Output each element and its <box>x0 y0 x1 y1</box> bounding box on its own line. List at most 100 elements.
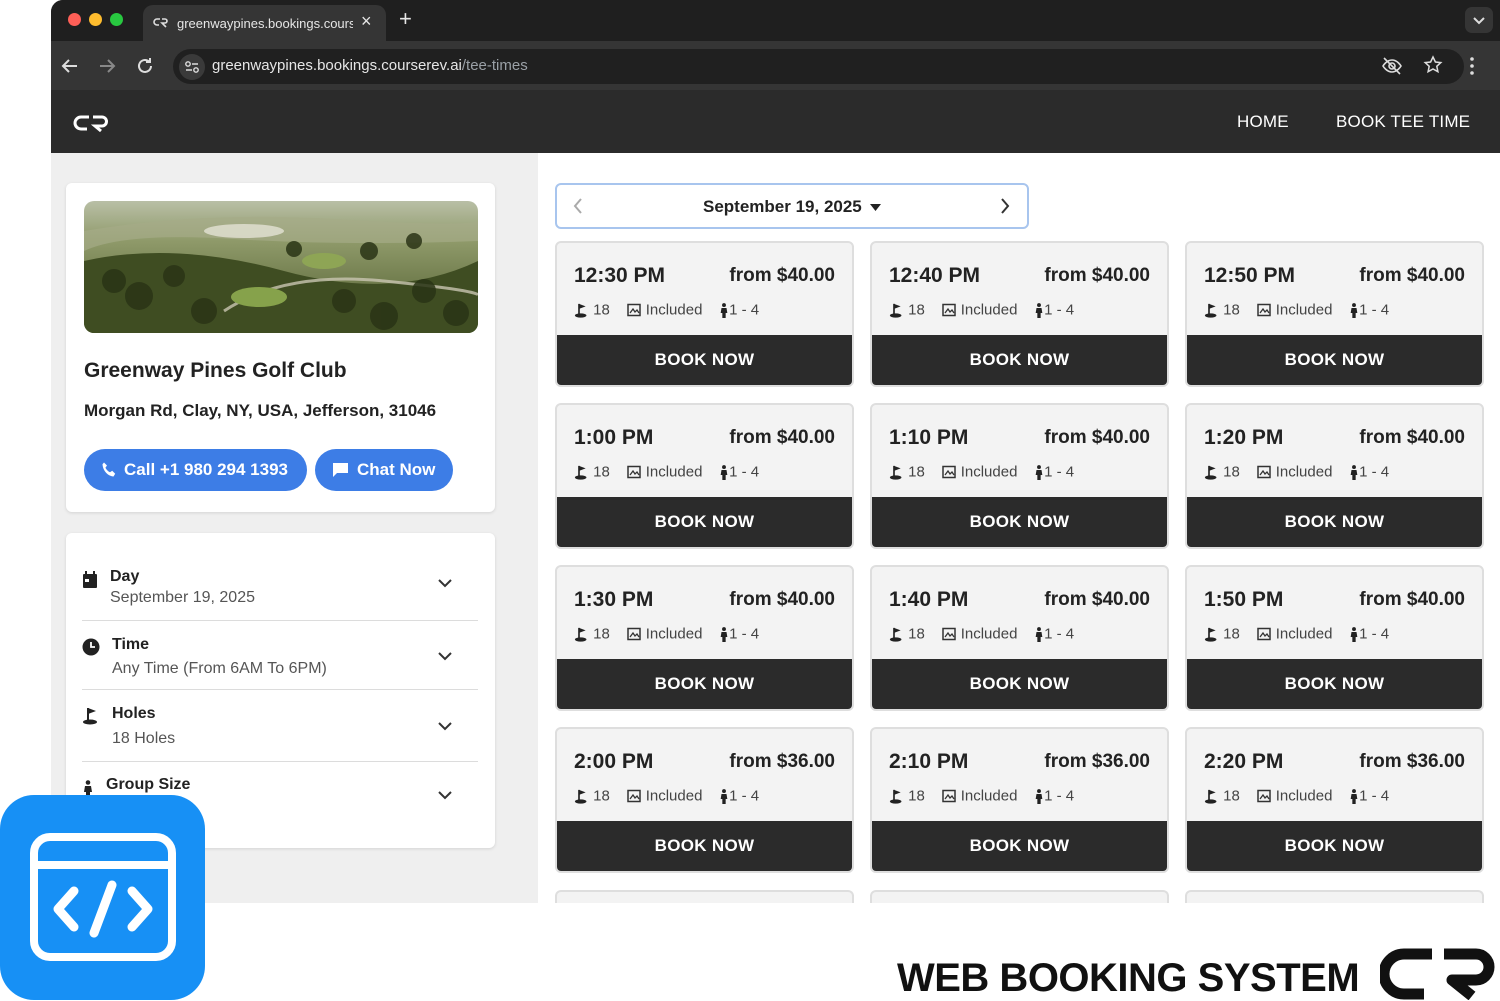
filter-time[interactable]: Time Any Time (From 6AM To 6PM) <box>82 621 478 690</box>
tee-time-details: 18 Included 1 - 4 <box>574 787 759 805</box>
filter-day[interactable]: Day September 19, 2025 <box>82 551 478 621</box>
close-window-button[interactable] <box>68 13 81 26</box>
book-now-button[interactable]: BOOK NOW <box>872 659 1167 709</box>
tee-time-card[interactable]: 12:50 PM from $40.00 18 Included 1 - 4 BOO… <box>1185 241 1484 387</box>
tee-time-card[interactable]: 12:40 PM from $40.00 18 Included 1 - 4 BOO… <box>870 241 1169 387</box>
book-now-button[interactable]: BOOK NOW <box>557 335 852 385</box>
book-now-button[interactable]: BOOK NOW <box>872 497 1167 547</box>
holes-count: 18 <box>908 625 925 643</box>
tee-time-price: from $40.00 <box>1044 427 1150 448</box>
tee-time-card[interactable]: 1:50 PM from $40.00 18 Included 1 - 4 BOOK… <box>1185 565 1484 711</box>
tee-time-price: from $40.00 <box>1044 589 1150 610</box>
person-icon <box>1035 464 1043 480</box>
golf-cart-icon <box>1256 465 1271 478</box>
golf-flag-icon <box>1204 303 1217 318</box>
player-range: 1 - 4 <box>1359 625 1390 643</box>
url-text: greenwaypines.bookings.courserev.ai/tee-… <box>212 57 528 74</box>
golf-cart-icon <box>941 303 956 316</box>
book-now-button[interactable]: BOOK NOW <box>557 659 852 709</box>
maximize-window-button[interactable] <box>110 13 123 26</box>
browser-window: greenwaypines.bookings.courserev.ai/tee-… <box>51 0 1500 903</box>
cart-status: Included <box>645 463 703 481</box>
tee-time-card[interactable]: 1:20 PM from $40.00 18 Included 1 - 4 BOOK… <box>1185 403 1484 549</box>
book-now-button[interactable]: BOOK NOW <box>872 335 1167 385</box>
book-now-button[interactable]: BOOK NOW <box>557 497 852 547</box>
course-card: Greenway Pines Golf Club Morgan Rd, Clay… <box>66 183 495 512</box>
address-bar[interactable]: greenwaypines.bookings.courserev.ai/tee-… <box>173 49 1464 84</box>
tee-time-card[interactable]: 1:30 PM from $40.00 18 Included 1 - 4 BOOK… <box>555 565 854 711</box>
holes-count: 18 <box>1223 625 1240 643</box>
back-arrow-icon[interactable] <box>59 55 81 77</box>
filter-group-size-title: Group Size <box>106 776 191 793</box>
tee-time-card[interactable]: 1:00 PM from $40.00 18 Included 1 - 4 BOOK… <box>555 403 854 549</box>
golf-cart-icon <box>941 789 956 802</box>
cart-status: Included <box>1275 463 1333 481</box>
forward-arrow-icon[interactable] <box>96 55 118 77</box>
golf-cart-icon <box>626 303 641 316</box>
tab-title: greenwaypines.bookings.courserev.ai/tee-… <box>177 16 353 31</box>
player-range: 1 - 4 <box>1359 301 1390 319</box>
call-button-label: Call +1 980 294 1393 <box>124 460 288 479</box>
browser-tab[interactable]: greenwaypines.bookings.courserev.ai/tee-… <box>143 5 386 41</box>
golf-cart-icon <box>1256 303 1271 316</box>
tee-time-price: from $40.00 <box>1044 265 1150 286</box>
person-icon <box>720 626 728 642</box>
new-tab-icon[interactable]: + <box>399 6 412 32</box>
holes-count: 18 <box>1223 301 1240 319</box>
filter-holes[interactable]: Holes 18 Holes <box>82 690 478 762</box>
courserev-logo[interactable] <box>73 114 111 132</box>
date-picker[interactable]: September 19, 2025 <box>555 183 1029 229</box>
tune-icon <box>185 61 199 73</box>
golf-cart-icon <box>626 789 641 802</box>
golf-flag-icon <box>574 303 587 318</box>
tee-time-details: 18 Included 1 - 4 <box>574 463 759 481</box>
site-info-button[interactable] <box>179 54 205 80</box>
tee-time: 1:30 PM <box>574 588 654 611</box>
book-now-button[interactable]: BOOK NOW <box>1187 497 1482 547</box>
golf-flag-icon <box>574 789 587 804</box>
chevron-left-icon[interactable] <box>573 198 583 214</box>
tee-time-card[interactable]: 2:00 PM from $36.00 18 Included 1 - 4 BOOK… <box>555 727 854 873</box>
tee-time-card[interactable]: 2:10 PM from $36.00 18 Included 1 - 4 BOOK… <box>870 727 1169 873</box>
nav-book-tee-time[interactable]: BOOK TEE TIME <box>1336 112 1470 132</box>
chevron-down-icon <box>438 579 452 588</box>
selected-date[interactable]: September 19, 2025 <box>703 197 862 217</box>
chevron-down-icon <box>438 791 452 800</box>
chat-bubble-icon <box>333 463 348 477</box>
book-now-button[interactable]: BOOK NOW <box>872 821 1167 871</box>
tee-time-card[interactable]: 1:10 PM from $40.00 18 Included 1 - 4 BOOK… <box>870 403 1169 549</box>
tee-time-price: from $40.00 <box>729 265 835 286</box>
tee-time-card-partial <box>1185 890 1484 903</box>
chevron-right-icon[interactable] <box>1000 198 1010 214</box>
cart-status: Included <box>960 301 1018 319</box>
tee-time-card[interactable]: 2:20 PM from $36.00 18 Included 1 - 4 BOOK… <box>1185 727 1484 873</box>
tee-time-card[interactable]: 1:40 PM from $40.00 18 Included 1 - 4 BOOK… <box>870 565 1169 711</box>
courserev-favicon-icon <box>153 18 168 28</box>
call-button[interactable]: Call +1 980 294 1393 <box>84 449 307 491</box>
book-now-button[interactable]: BOOK NOW <box>1187 335 1482 385</box>
tee-time: 1:20 PM <box>1204 426 1284 449</box>
chat-button[interactable]: Chat Now <box>315 449 453 491</box>
sidebar: Greenway Pines Golf Club Morgan Rd, Clay… <box>51 153 538 903</box>
tee-time-details: 18 Included 1 - 4 <box>889 301 1074 319</box>
book-now-button[interactable]: BOOK NOW <box>557 821 852 871</box>
book-now-button[interactable]: BOOK NOW <box>1187 659 1482 709</box>
filter-time-title: Time <box>112 636 150 653</box>
minimize-window-button[interactable] <box>89 13 102 26</box>
more-menu-icon[interactable] <box>1469 56 1475 76</box>
nav-home[interactable]: HOME <box>1237 112 1289 132</box>
app-header: HOME BOOK TEE TIME <box>51 90 1500 153</box>
holes-count: 18 <box>908 787 925 805</box>
tee-time-price: from $40.00 <box>1359 427 1465 448</box>
tab-search-button[interactable] <box>1465 7 1493 33</box>
reload-icon[interactable] <box>134 55 156 77</box>
brand-tagline: WEB BOOKING SYSTEM <box>897 956 1360 1000</box>
tee-time-card[interactable]: 12:30 PM from $40.00 18 Included 1 - 4 BOO… <box>555 241 854 387</box>
bookmark-star-icon[interactable] <box>1423 55 1443 75</box>
book-now-button[interactable]: BOOK NOW <box>1187 821 1482 871</box>
holes-count: 18 <box>593 787 610 805</box>
close-tab-icon[interactable]: × <box>361 11 372 32</box>
player-range: 1 - 4 <box>729 301 760 319</box>
filter-time-value: Any Time (From 6AM To 6PM) <box>112 660 327 677</box>
eye-off-icon[interactable] <box>1381 56 1403 76</box>
